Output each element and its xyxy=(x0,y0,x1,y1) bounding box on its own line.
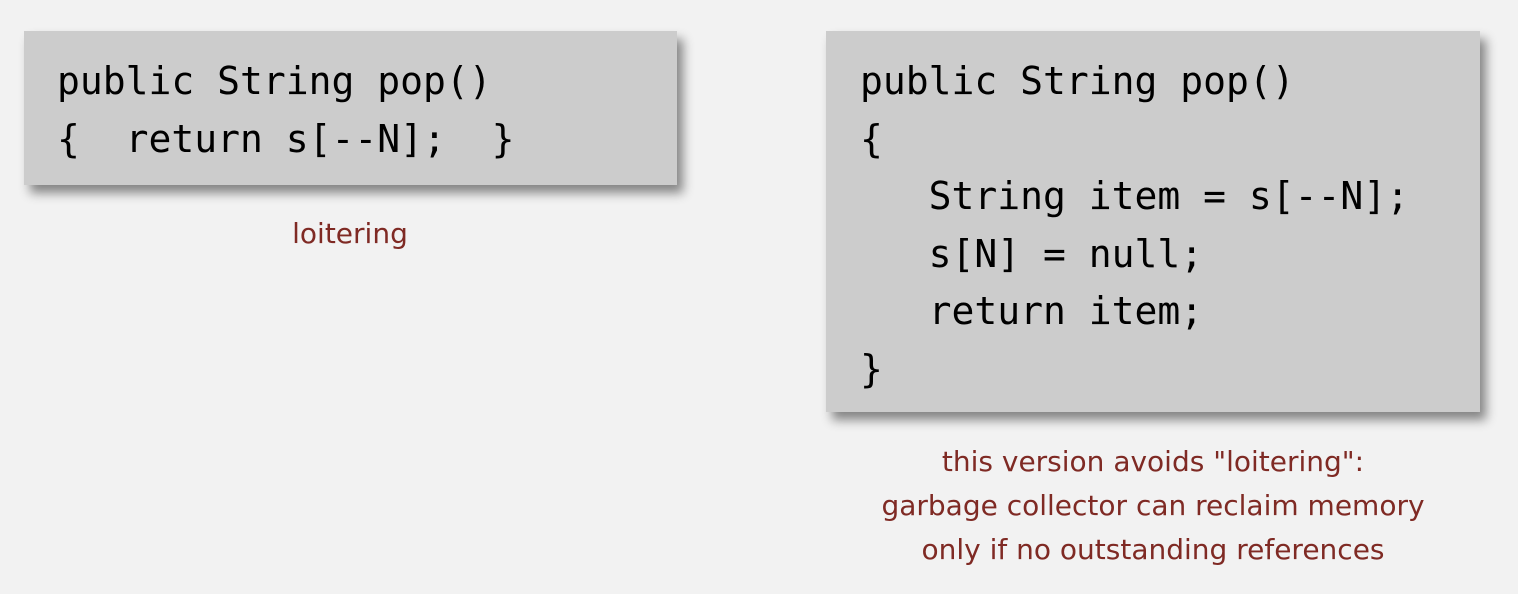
caption-line: this version avoids "loitering": xyxy=(941,445,1365,478)
code-line: s[N] = null; xyxy=(860,231,1204,276)
loitering-caption: loitering xyxy=(292,217,408,250)
code-line: } xyxy=(860,346,883,391)
code-line: return item; xyxy=(860,289,1204,333)
code-line: public String pop() xyxy=(57,59,492,103)
non-loitering-code-box: public String pop() { String item = s[--… xyxy=(826,31,1480,412)
caption-line: only if no outstanding references xyxy=(921,533,1385,566)
code-line: { return s[--N]; } xyxy=(57,116,515,161)
non-loitering-caption: this version avoids "loitering": garbage… xyxy=(820,440,1486,572)
caption-line: garbage collector can reclaim memory xyxy=(881,489,1425,522)
code-line: public String pop() xyxy=(860,59,1295,103)
code-line: { xyxy=(860,116,883,161)
code-line: String item = s[--N]; xyxy=(860,174,1410,218)
loitering-code-box: public String pop() { return s[--N]; } xyxy=(24,31,677,185)
